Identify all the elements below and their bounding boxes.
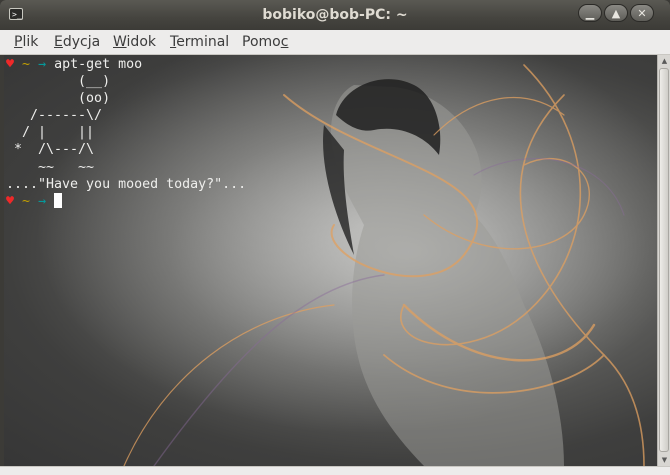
menu-label-part: erminal [176, 34, 230, 50]
terminal-area[interactable]: ♥ ~ → apt-get moo (__) (oo) /------\/ / … [4, 55, 657, 466]
output-line: (__) [6, 74, 111, 90]
close-button[interactable]: ✕ [630, 4, 654, 22]
minimize-button[interactable]: ▁ [578, 4, 602, 22]
menu-edycja[interactable]: Edycja [54, 30, 100, 54]
prompt-cwd: ~ [22, 57, 31, 72]
menu-accelerator: c [280, 34, 289, 50]
menu-terminal[interactable]: Terminal [170, 30, 229, 54]
output-line: ~~ ~~ [6, 159, 95, 175]
maximize-button[interactable]: ▲ [604, 4, 628, 22]
text-cursor [54, 192, 63, 208]
minimize-icon: ▁ [585, 7, 595, 20]
vertical-scrollbar[interactable]: ▲ ▼ [657, 55, 670, 466]
scroll-up-icon[interactable]: ▲ [658, 55, 670, 67]
menu-label-part: Pomo [242, 34, 281, 50]
menu-accelerator: E [54, 34, 63, 50]
window-title: bobiko@bob-PC: ~ [262, 7, 408, 23]
menu-widok[interactable]: Widok [113, 30, 156, 54]
menu-accelerator: W [113, 34, 127, 50]
prompt-cwd: ~ [22, 193, 31, 209]
menu-label-part: dycja [62, 34, 101, 50]
arrow-icon: → [38, 193, 47, 209]
close-icon: ✕ [637, 7, 647, 20]
menu-pomoc[interactable]: Pomoc [242, 30, 288, 54]
scrollbar-thumb[interactable] [659, 68, 669, 452]
menu-label-part: lik [22, 34, 39, 50]
terminal-window: >_ bobiko@bob-PC: ~ ▁ ▲ ✕ Plik Edycja Wi… [0, 0, 670, 475]
window-bottom-border [0, 466, 670, 475]
output-line: * /\---/\ [6, 142, 95, 158]
terminal-output: ♥ ~ → apt-get moo (__) (oo) /------\/ / … [6, 56, 246, 210]
menu-plik[interactable]: Plik [14, 30, 38, 54]
heart-icon: ♥ [6, 193, 15, 209]
arrow-icon: → [38, 57, 47, 72]
prompt-line: ♥ ~ → apt-get moo [6, 57, 142, 72]
title-bar[interactable]: >_ bobiko@bob-PC: ~ ▁ ▲ ✕ [0, 0, 670, 30]
command-text: apt-get moo [54, 57, 143, 72]
output-line: ...."Have you mooed today?"... [6, 176, 247, 192]
menu-label-part: idok [126, 34, 156, 50]
maximize-icon: ▲ [611, 7, 621, 20]
prompt-line: ♥ ~ → [6, 192, 63, 209]
menu-bar: Plik Edycja Widok Terminal Pomoc [0, 30, 670, 55]
scroll-down-icon[interactable]: ▼ [658, 454, 670, 466]
heart-icon: ♥ [6, 57, 15, 72]
output-line: /------\/ [6, 108, 103, 124]
output-line: / | || [6, 125, 95, 141]
output-line: (oo) [6, 91, 111, 107]
